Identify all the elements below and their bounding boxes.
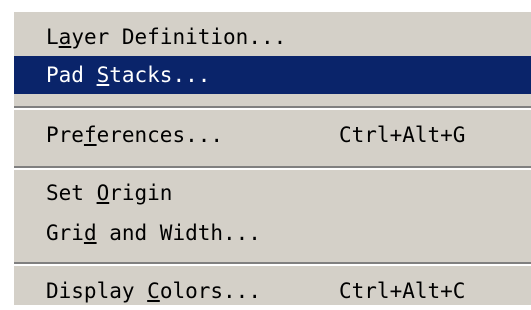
menu-item-display-colors[interactable]: Display Colors... Ctrl+Alt+C — [14, 272, 531, 310]
menu-item-label: Layer Definition... — [46, 25, 287, 49]
menu-item-layer-definition[interactable]: Layer Definition... — [14, 18, 531, 56]
menu-item-set-origin[interactable]: Set Origin — [14, 174, 531, 212]
menu-item-label: Set Origin — [46, 181, 173, 205]
menu-item-grid-and-width[interactable]: Grid and Width... — [14, 214, 531, 252]
menu-item-shortcut: Ctrl+Alt+C — [339, 279, 466, 303]
menu-separator — [14, 166, 531, 170]
context-menu: Layer Definition... Pad Stacks... Prefer… — [12, 10, 531, 305]
menu-separator — [14, 106, 531, 110]
menu-item-preferences[interactable]: Preferences... Ctrl+Alt+G — [14, 116, 531, 154]
menu-item-label: Display Colors... — [46, 279, 261, 303]
menu-item-pad-stacks[interactable]: Pad Stacks... — [14, 56, 531, 94]
menu-separator — [14, 262, 531, 266]
menu-item-label: Pad Stacks... — [46, 63, 211, 87]
menu-item-label: Grid and Width... — [46, 221, 261, 245]
menu-item-label: Preferences... — [46, 123, 224, 147]
menu-item-shortcut: Ctrl+Alt+G — [339, 123, 466, 147]
